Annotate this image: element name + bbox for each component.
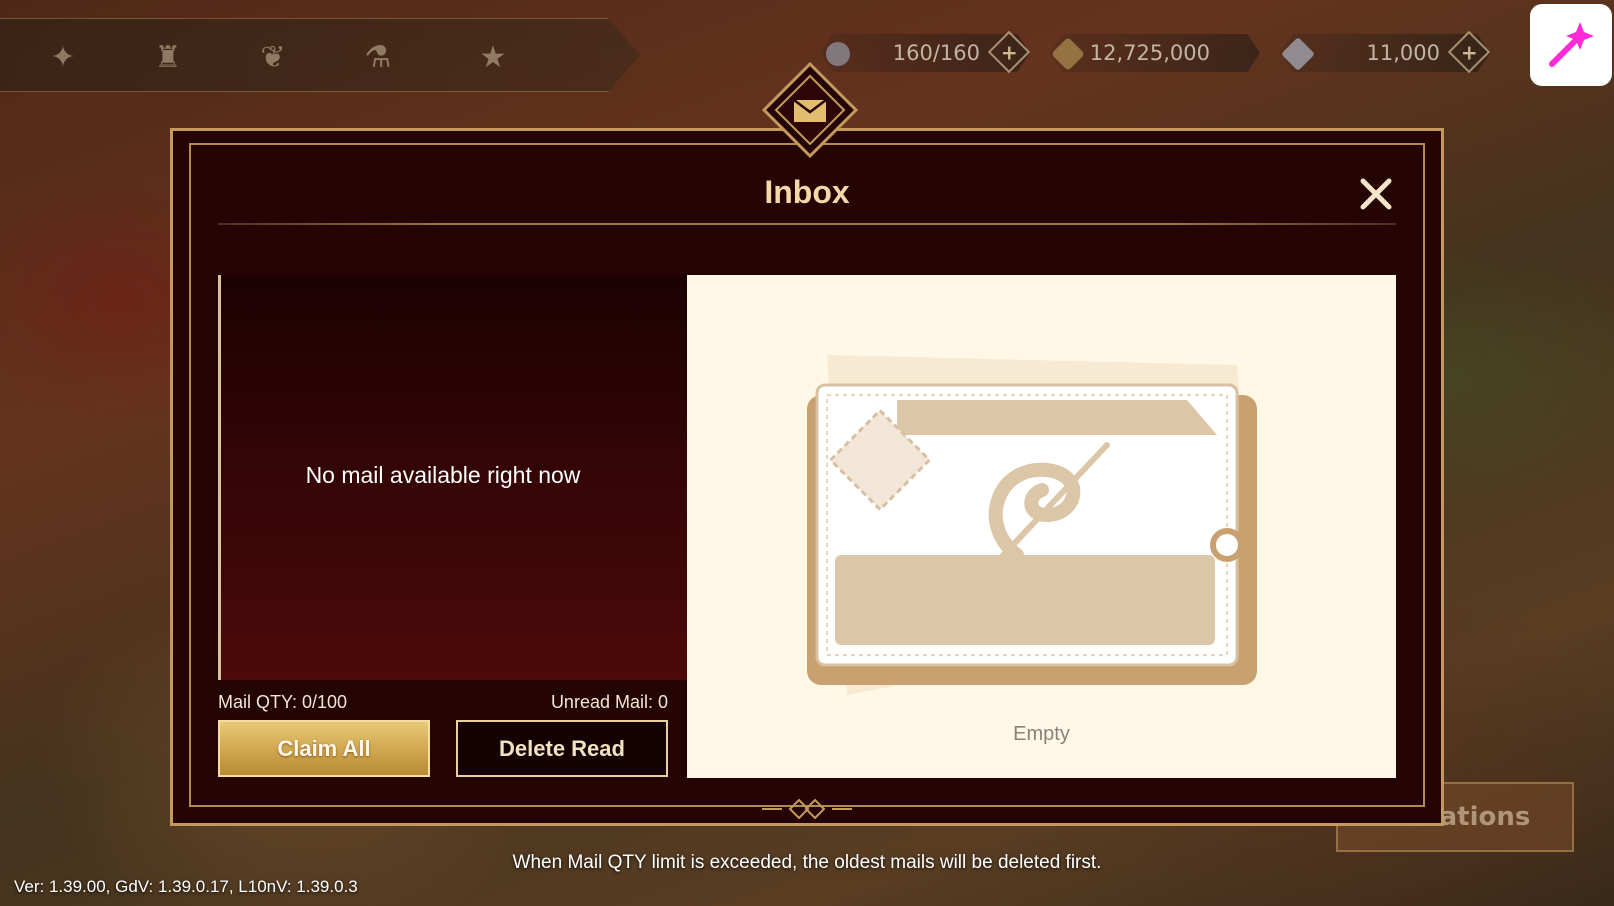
- monster-icon[interactable]: ❦: [250, 34, 296, 80]
- mail-detail-panel: Empty: [687, 275, 1396, 778]
- mail-limit-notice: When Mail QTY limit is exceeded, the old…: [512, 852, 1102, 873]
- top-menu-bar: [0, 18, 640, 92]
- gems-value: 11,000: [1366, 41, 1440, 65]
- compass-icon[interactable]: ✦: [40, 34, 86, 80]
- bottom-diamond-ornament: [762, 798, 852, 820]
- close-icon: [1360, 178, 1392, 210]
- claim-all-label: Claim All: [277, 735, 371, 761]
- inbox-title: Inbox: [764, 174, 850, 210]
- tool-shortcut-button[interactable]: [1530, 4, 1612, 86]
- title-divider: [218, 223, 1396, 225]
- delete-read-button[interactable]: Delete Read: [456, 720, 668, 777]
- claim-all-button[interactable]: Claim All: [218, 720, 430, 777]
- close-button[interactable]: [1356, 174, 1396, 214]
- no-mail-message: No mail available right now: [305, 462, 581, 488]
- mail-quantity-label: Mail QTY: 0/100: [218, 692, 348, 712]
- unread-mail-label: Unread Mail: 0: [550, 692, 668, 712]
- stamina-value: 160/160: [892, 41, 980, 65]
- star-badge-icon[interactable]: ★: [470, 34, 516, 80]
- mail-envelope-icon: [762, 62, 858, 158]
- delete-read-label: Delete Read: [499, 735, 625, 761]
- empty-mail-illustration: [807, 355, 1257, 695]
- gold-value: 12,725,000: [1089, 41, 1210, 65]
- version-info: Ver: 1.39.00, GdV: 1.39.0.17, L10nV: 1.3…: [14, 877, 358, 896]
- potion-icon[interactable]: ⚗: [355, 34, 401, 80]
- magic-wand-icon: [1549, 22, 1594, 67]
- guild-crest-icon[interactable]: ♜: [145, 34, 191, 80]
- detail-empty-label: Empty: [1013, 723, 1070, 745]
